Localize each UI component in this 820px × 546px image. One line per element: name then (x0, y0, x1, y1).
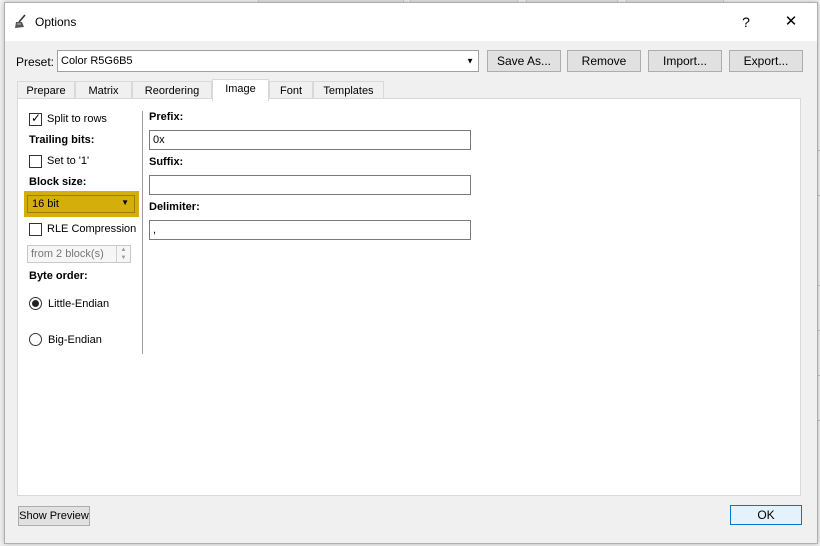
rle-blocks-spinbox[interactable]: from 2 block(s) ▲ ▼ (27, 245, 131, 263)
split-to-rows-checkbox[interactable]: ✓ (29, 111, 42, 126)
radio-selected-icon (32, 300, 39, 307)
image-tab-panel: ✓ Split to rows Trailing bits: Set to '1… (17, 98, 801, 496)
remove-label: Remove (581, 54, 627, 68)
suffix-label: Suffix: (149, 156, 184, 168)
little-endian-label: Little-Endian (48, 298, 110, 310)
preset-label: Preset: (16, 55, 55, 69)
block-size-heading: Block size: (29, 176, 87, 188)
ok-button[interactable]: OK (730, 505, 802, 525)
preset-select-value: Color R5G6B5 (61, 55, 133, 67)
broom-icon (15, 14, 26, 28)
save-as-label: Save As... (496, 54, 552, 68)
block-size-value: 16 bit (32, 198, 59, 210)
block-size-select[interactable]: 16 bit ▼ (27, 195, 135, 213)
suffix-input[interactable] (149, 175, 471, 195)
set-to-one-label: Set to '1' (47, 155, 90, 167)
show-preview-label: Show Preview (19, 510, 89, 522)
rle-compression-label: RLE Compression (47, 223, 137, 235)
ok-label: OK (757, 508, 775, 522)
delimiter-label: Delimiter: (149, 201, 200, 213)
prefix-input-value: 0x (153, 134, 165, 146)
rle-blocks-value: from 2 block(s) (31, 248, 104, 260)
window-title: Options (35, 15, 77, 29)
column-divider (142, 111, 143, 354)
tab-image[interactable]: Image (212, 79, 269, 101)
save-as-button[interactable]: Save As... (487, 50, 561, 72)
big-endian-label: Big-Endian (48, 334, 102, 346)
prefix-input[interactable]: 0x (149, 130, 471, 150)
chevron-down-icon: ▼ (121, 198, 129, 207)
spin-arrows-icon[interactable]: ▲ ▼ (116, 246, 130, 262)
delimiter-input-value: , (153, 224, 157, 236)
split-to-rows-label: Split to rows (47, 113, 107, 125)
import-label: Import... (662, 54, 707, 68)
export-label: Export... (743, 54, 789, 68)
remove-button[interactable]: Remove (567, 50, 641, 72)
title-bar: Options ? ✕ (5, 3, 817, 41)
import-button[interactable]: Import... (648, 50, 722, 72)
export-button[interactable]: Export... (729, 50, 803, 72)
trailing-bits-heading: Trailing bits: (29, 134, 95, 146)
little-endian-radio[interactable] (29, 297, 42, 310)
options-dialog: Options ? ✕ Preset: Color R5G6B5 ▼ Save … (4, 2, 818, 544)
check-icon: ✓ (31, 111, 42, 125)
delimiter-input[interactable]: , (149, 220, 471, 240)
preset-select[interactable]: Color R5G6B5 ▼ (57, 50, 479, 72)
show-preview-button[interactable]: Show Preview (18, 506, 90, 526)
chevron-down-icon: ▼ (466, 56, 474, 66)
help-button[interactable]: ? (731, 9, 761, 35)
set-to-one-checkbox[interactable] (29, 155, 42, 168)
byte-order-heading: Byte order: (29, 270, 88, 282)
close-button[interactable]: ✕ (773, 9, 809, 35)
rle-compression-checkbox[interactable] (29, 223, 42, 236)
prefix-label: Prefix: (149, 111, 184, 123)
big-endian-radio[interactable] (29, 333, 42, 346)
